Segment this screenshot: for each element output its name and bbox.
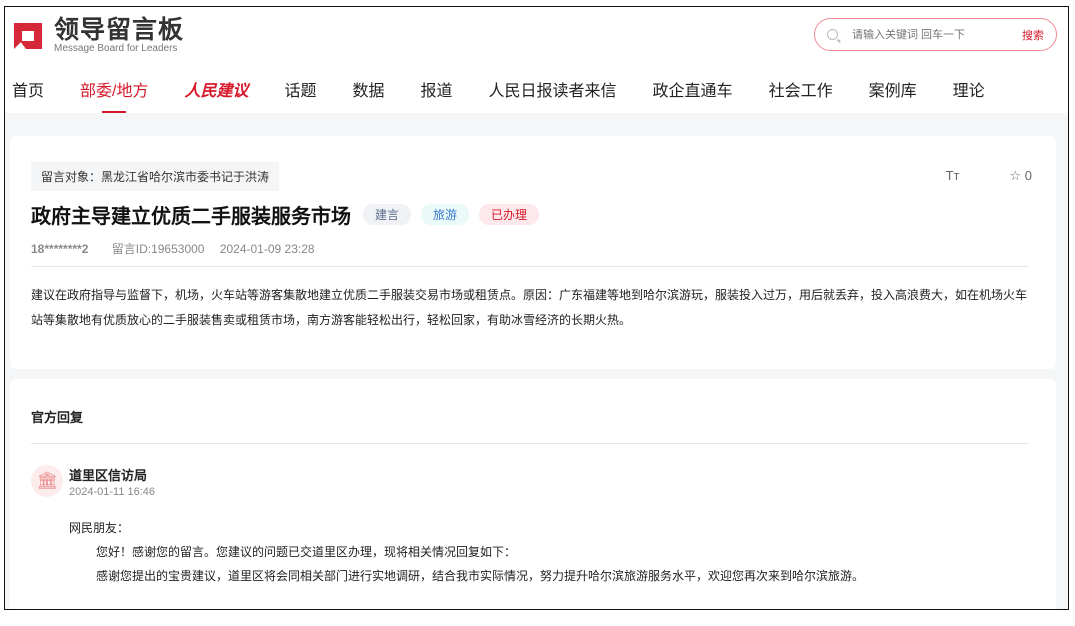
main-nav: 首页 部委/地方 人民建议 话题 数据 报道 人民日报读者来信 政企直通车 社会… [12, 77, 1021, 113]
reply-card: 官方回复 🏛 道里区信访局 2024-01-11 16:46 网民朋友： 您好！… [10, 379, 1056, 609]
logo-icon [14, 23, 42, 49]
logo[interactable]: 领导留言板 Message Board for Leaders [12, 17, 184, 55]
logo-subtitle: Message Board for Leaders [54, 43, 178, 54]
search-box: 搜索 [814, 18, 1057, 51]
nav-data[interactable]: 数据 [353, 77, 385, 101]
message-date: 2024-01-09 23:28 [219, 242, 315, 256]
message-id: 留言ID:19653000 [111, 242, 205, 256]
page-frame: 领导留言板 Message Board for Leaders 搜索 首页 部委… [4, 6, 1069, 610]
nav-topics[interactable]: 话题 [284, 77, 316, 101]
nav-reports[interactable]: 报道 [421, 77, 453, 101]
message-body: 建议在政府指导与监督下，机场，火车站等游客集散地建立优质二手服装交易市场或租赁点… [31, 288, 1028, 327]
favorite-button[interactable]: ☆ 0 [1009, 168, 1032, 184]
reply-line: 感谢您提出的宝贵建议，道里区将会同相关部门进行实地调研，结合我市实际情况，努力提… [96, 569, 865, 583]
nav-gov-business[interactable]: 政企直通车 [653, 77, 733, 101]
font-size-button[interactable]: Tт [946, 168, 960, 184]
status-badge: 已办理 [479, 204, 540, 225]
reply-line: 您好！感谢您的留言。您建议的问题已交道里区办理，现将相关情况回复如下： [96, 545, 517, 559]
message-meta: 18********2 留言ID:19653000 2024-01-09 23:… [31, 240, 315, 257]
bank-icon: 🏛 [31, 465, 63, 497]
nav-home[interactable]: 首页 [12, 77, 44, 101]
search-icon [827, 29, 838, 40]
nav-ministries-local[interactable]: 部委/地方 [80, 77, 148, 113]
search-input[interactable] [852, 28, 1022, 41]
nav-reader-letters[interactable]: 人民日报读者来信 [489, 77, 617, 101]
header: 领导留言板 Message Board for Leaders 搜索 首页 部委… [5, 7, 1068, 113]
nav-theory[interactable]: 理论 [953, 77, 985, 101]
tag-suggestion[interactable]: 建言 [363, 204, 412, 225]
message-user: 18********2 [31, 242, 89, 256]
star-icon: ☆ [1009, 168, 1025, 183]
nav-social-work[interactable]: 社会工作 [769, 77, 833, 101]
reply-heading: 官方回复 [31, 410, 84, 425]
reply-greeting: 网民朋友： [69, 521, 130, 535]
tag-tourism[interactable]: 旅游 [421, 204, 470, 225]
message-title: 政府主导建立优质二手服装服务市场 [31, 206, 351, 228]
reply-date: 2024-01-11 16:46 [69, 486, 156, 498]
divider [31, 443, 1029, 444]
reply-body: 网民朋友： 您好！感谢您的留言。您建议的问题已交道里区办理，现将相关情况回复如下… [69, 516, 864, 588]
reply-org: 道里区信访局 [69, 468, 148, 483]
favorite-count: 0 [1024, 168, 1032, 183]
logo-title: 领导留言板 [54, 16, 185, 44]
nav-people-suggestions[interactable]: 人民建议 [184, 77, 248, 101]
message-target: 留言对象：黑龙江省哈尔滨市委书记于洪涛 [31, 162, 280, 191]
divider [31, 266, 1029, 267]
nav-case-library[interactable]: 案例库 [869, 77, 917, 101]
message-card: 留言对象：黑龙江省哈尔滨市委书记于洪涛 Tт ☆ 0 政府主导建立优质二手服装服… [10, 136, 1056, 369]
search-button[interactable]: 搜索 [1022, 27, 1044, 43]
